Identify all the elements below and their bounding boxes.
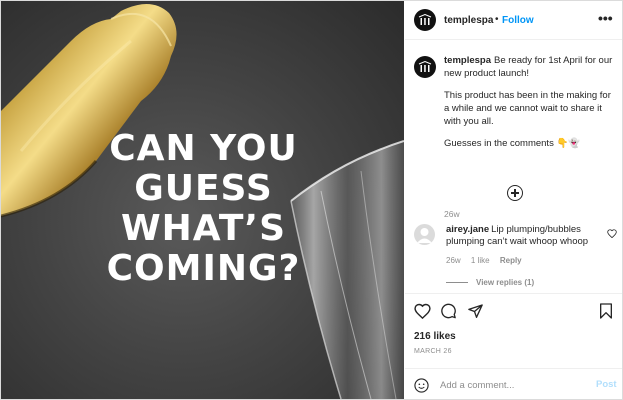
headline-line: GUESS [134, 168, 273, 209]
follow-button[interactable]: Follow [502, 15, 534, 26]
like-count[interactable]: 216 likes [414, 331, 456, 342]
post-side-panel: templespa • Follow ••• templespa Be ready… [405, 1, 622, 399]
reply-button[interactable]: Reply [500, 256, 522, 265]
caption-timestamp[interactable]: 26w [444, 209, 460, 219]
replies-divider [446, 282, 468, 284]
share-icon[interactable] [467, 303, 484, 319]
avatar[interactable] [414, 9, 436, 31]
comment-likes[interactable]: 1 like [471, 256, 490, 265]
caption-username[interactable]: templespa [444, 55, 491, 66]
separator-dot: • [495, 14, 499, 25]
comment-username[interactable]: airey.jane [446, 224, 489, 235]
smiley-icon[interactable] [414, 378, 429, 393]
post-actions: 216 likes MARCH 26 Post [405, 293, 622, 399]
post-image[interactable]: CAN YOU GUESS WHAT’S COMING? [1, 1, 404, 399]
temple-logo-icon [418, 14, 432, 25]
instagram-post: CAN YOU GUESS WHAT’S COMING? templespa •… [0, 0, 623, 400]
post-date[interactable]: MARCH 26 [414, 348, 452, 355]
headline-line: CAN YOU [109, 128, 298, 169]
headline-line: WHAT’S [120, 208, 287, 249]
comment-timestamp[interactable]: 26w [446, 256, 461, 265]
more-icon[interactable]: ••• [598, 10, 613, 26]
comment-input[interactable] [440, 377, 580, 393]
view-replies-button[interactable]: View replies (1) [446, 278, 534, 287]
comment-icon[interactable] [440, 303, 457, 319]
image-headline: CAN YOU GUESS WHAT’S COMING? [96, 129, 311, 289]
post-header: templespa • Follow ••• [405, 1, 622, 40]
caption-text: templespa Be ready for 1st April for our … [444, 54, 616, 159]
caption-line: This product has been in the making for … [444, 90, 611, 127]
view-replies-label: View replies (1) [476, 278, 535, 287]
avatar[interactable] [414, 224, 435, 245]
plus-circle-icon[interactable] [507, 185, 523, 201]
comment-meta: 26w 1 like Reply [446, 256, 530, 265]
temple-logo-icon [418, 61, 432, 72]
header-username[interactable]: templespa [444, 15, 493, 26]
post-comment-button[interactable]: Post [596, 379, 617, 390]
comment-text: airey.jane Lip plumping/bubbles plumping … [446, 224, 596, 248]
caption-line: Guesses in the comments 👇👻 [444, 138, 581, 149]
headline-line: COMING? [106, 248, 301, 289]
default-user-icon [417, 228, 432, 243]
add-comment-bar: Post [405, 368, 622, 399]
avatar[interactable] [414, 56, 436, 78]
heart-icon[interactable] [607, 229, 617, 238]
bookmark-icon[interactable] [599, 303, 613, 319]
heart-icon[interactable] [414, 303, 431, 319]
